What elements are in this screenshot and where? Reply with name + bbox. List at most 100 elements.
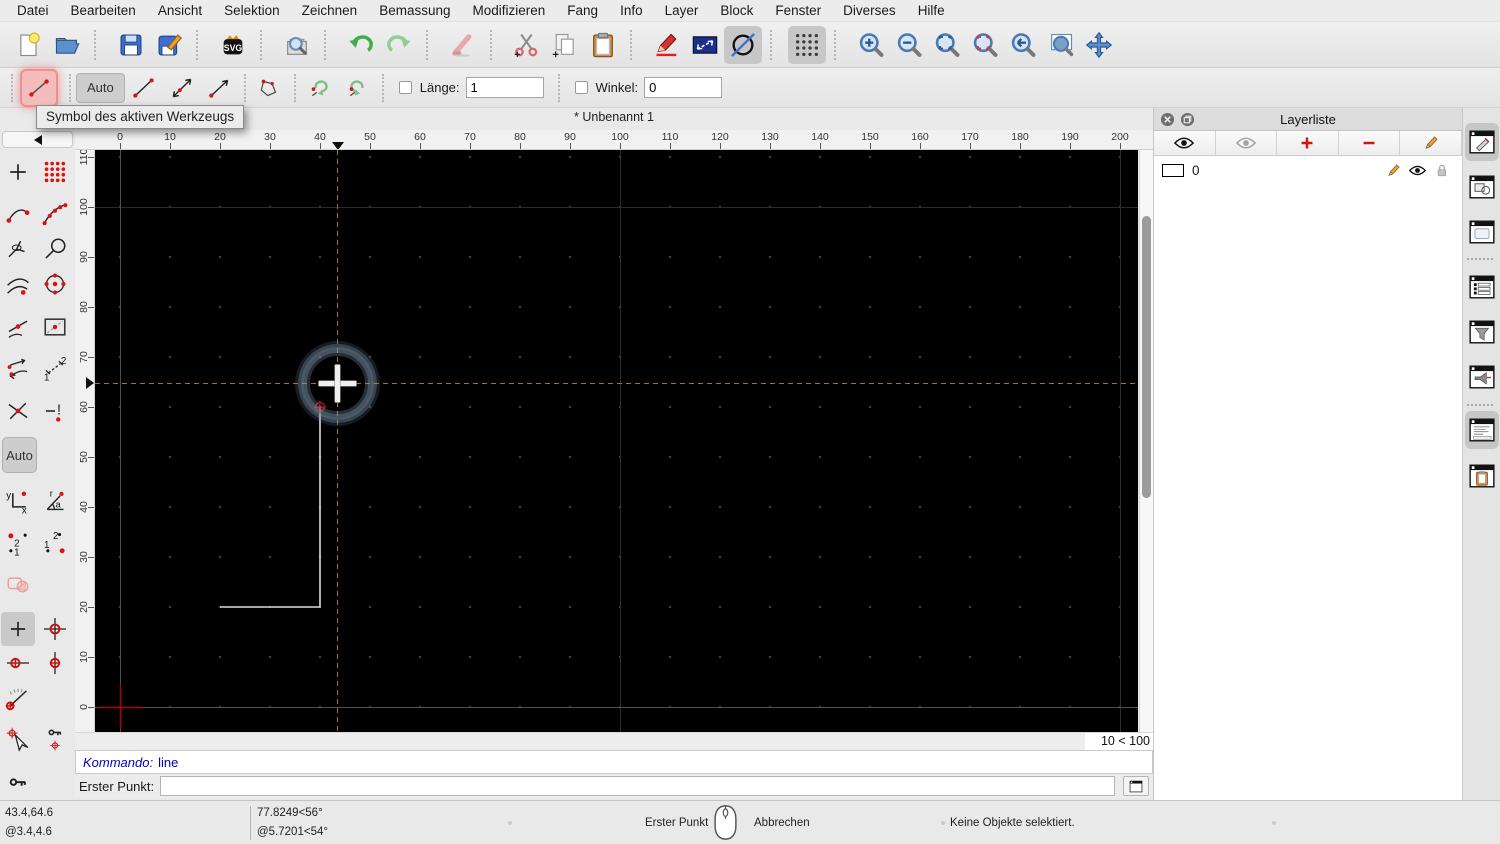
- palette-auto-snap-button[interactable]: Auto: [2, 437, 37, 473]
- dock-block-list-button[interactable]: [1465, 168, 1499, 206]
- auto-mode-button[interactable]: Auto: [76, 72, 125, 103]
- restrict-nothing-button[interactable]: [1, 612, 35, 646]
- length-checkbox[interactable]: [398, 81, 412, 94]
- coordinate-cartesian-button[interactable]: yx: [1, 484, 35, 518]
- copy-button[interactable]: [546, 26, 584, 64]
- select-reference-button[interactable]: [1, 722, 35, 756]
- snap-intersection-button[interactable]: [1, 394, 35, 428]
- canvas-horizontal-scrollbar[interactable]: [75, 732, 1085, 750]
- drawing-canvas[interactable]: [95, 150, 1138, 732]
- dock-notify-button[interactable]: [1465, 358, 1499, 396]
- show-all-layers-button[interactable]: [1154, 131, 1216, 155]
- dimension-button[interactable]: [686, 26, 724, 64]
- snap-grid-button[interactable]: [38, 155, 72, 189]
- menu-item-hilfe[interactable]: Hilfe: [907, 1, 956, 20]
- scrollbar-thumb[interactable]: [1142, 216, 1151, 498]
- redo-segment-button[interactable]: [341, 71, 375, 105]
- snap-intersection-manual-button[interactable]: !: [38, 394, 72, 428]
- dock-clipboard-button[interactable]: [1465, 457, 1499, 495]
- menu-item-diverses[interactable]: Diverses: [832, 1, 907, 20]
- active-tool-button[interactable]: [22, 70, 56, 105]
- canvas-vertical-scrollbar[interactable]: [1139, 150, 1153, 732]
- edit-layer-button[interactable]: [1400, 131, 1462, 155]
- float-panel-icon[interactable]: [1180, 112, 1195, 127]
- angle-checkbox[interactable]: [574, 81, 588, 94]
- save-button[interactable]: [112, 26, 150, 64]
- snap-tangent-point-button[interactable]: [1, 352, 35, 386]
- line-two-points-button[interactable]: [127, 71, 161, 105]
- menu-item-zeichnen[interactable]: Zeichnen: [291, 1, 369, 20]
- menu-item-info[interactable]: Info: [609, 1, 654, 20]
- layer-color-swatch[interactable]: [1162, 163, 1184, 177]
- open-file-button[interactable]: [48, 26, 86, 64]
- layer-row[interactable]: 0: [1154, 158, 1462, 182]
- zoom-window-button[interactable]: [1042, 26, 1080, 64]
- zoom-in-button[interactable]: [852, 26, 890, 64]
- menu-item-selektion[interactable]: Selektion: [213, 1, 291, 20]
- layer-visible-eye-icon[interactable]: [1409, 163, 1426, 178]
- redo-button[interactable]: [380, 26, 418, 64]
- restrict-horizontal-button[interactable]: [1, 646, 35, 680]
- zoom-selected-button[interactable]: [966, 26, 1004, 64]
- delete-eraser-button[interactable]: [444, 26, 482, 64]
- snap-point-button[interactable]: [1, 155, 35, 189]
- menu-item-datei[interactable]: Datei: [6, 1, 60, 20]
- menu-item-ansicht[interactable]: Ansicht: [147, 1, 213, 20]
- snap-endpoints-button[interactable]: [1, 197, 35, 231]
- dock-command-line-button[interactable]: [1465, 411, 1499, 449]
- menu-item-bemassung[interactable]: Bemassung: [368, 1, 461, 20]
- menu-item-layer[interactable]: Layer: [654, 1, 710, 20]
- snap-free-button[interactable]: [1, 232, 35, 266]
- cut-button[interactable]: [508, 26, 546, 64]
- snap-center-button[interactable]: [38, 267, 72, 301]
- angle-gauge-button[interactable]: [1, 681, 35, 715]
- polyline-button[interactable]: [253, 71, 287, 105]
- snap-entity-button[interactable]: [38, 232, 72, 266]
- snap-entity-points-button[interactable]: [38, 197, 72, 231]
- angle-input[interactable]: [644, 77, 723, 98]
- restrict-orthogonal-button[interactable]: [38, 612, 72, 646]
- relative-zero-key-button[interactable]: [1, 766, 35, 800]
- zoom-auto-button[interactable]: [928, 26, 966, 64]
- snap-tangent-button[interactable]: [1, 267, 35, 301]
- line-angle-button[interactable]: [165, 71, 199, 105]
- draft-mode-button[interactable]: [724, 25, 762, 64]
- relative-point-1-button[interactable]: 21: [1, 526, 35, 560]
- pan-button[interactable]: [1080, 26, 1118, 64]
- coordinate-polar-button[interactable]: ra: [38, 484, 72, 518]
- lock-relative-zero-button[interactable]: [38, 722, 72, 756]
- menu-item-fenster[interactable]: Fenster: [764, 1, 832, 20]
- length-input[interactable]: [465, 77, 544, 98]
- dock-entity-list-button[interactable]: [1465, 268, 1499, 306]
- hide-all-layers-button[interactable]: [1215, 131, 1278, 155]
- zoom-out-button[interactable]: [890, 26, 928, 64]
- zoom-previous-button[interactable]: [1004, 26, 1042, 64]
- add-layer-button[interactable]: [1277, 131, 1339, 155]
- dock-filter-button[interactable]: [1465, 313, 1499, 351]
- layer-lock-icon[interactable]: [1433, 163, 1450, 178]
- shape-preview-button[interactable]: [1, 567, 35, 601]
- svg-export-button[interactable]: SVG: [214, 26, 252, 64]
- menu-item-block[interactable]: Block: [709, 1, 764, 20]
- restrict-vertical-button[interactable]: [38, 646, 72, 680]
- dock-library-browser-button[interactable]: [1465, 213, 1499, 251]
- new-document-button[interactable]: [10, 26, 48, 64]
- menu-item-modifizieren[interactable]: Modifizieren: [462, 1, 557, 20]
- undo-segment-button[interactable]: [303, 71, 337, 105]
- command-detach-button[interactable]: [1123, 776, 1149, 796]
- snap-on-entity-button[interactable]: [1, 310, 35, 344]
- draw-pencil-button[interactable]: [648, 26, 686, 64]
- grid-toggle-button[interactable]: [788, 25, 826, 64]
- menu-item-fang[interactable]: Fang: [556, 1, 609, 20]
- paste-button[interactable]: [584, 26, 622, 64]
- palette-back-button[interactable]: [2, 131, 73, 148]
- menu-item-bearbeiten[interactable]: Bearbeiten: [60, 1, 147, 20]
- save-as-button[interactable]: [150, 26, 188, 64]
- snap-distance-button[interactable]: [38, 310, 72, 344]
- command-input[interactable]: [160, 776, 1115, 796]
- line-horizontal-button[interactable]: [203, 71, 237, 105]
- remove-layer-button[interactable]: [1338, 131, 1401, 155]
- relative-point-2-button[interactable]: 21: [38, 526, 72, 560]
- snap-middle-button[interactable]: 12: [38, 352, 72, 386]
- layer-edit-pencil-icon[interactable]: [1385, 163, 1402, 178]
